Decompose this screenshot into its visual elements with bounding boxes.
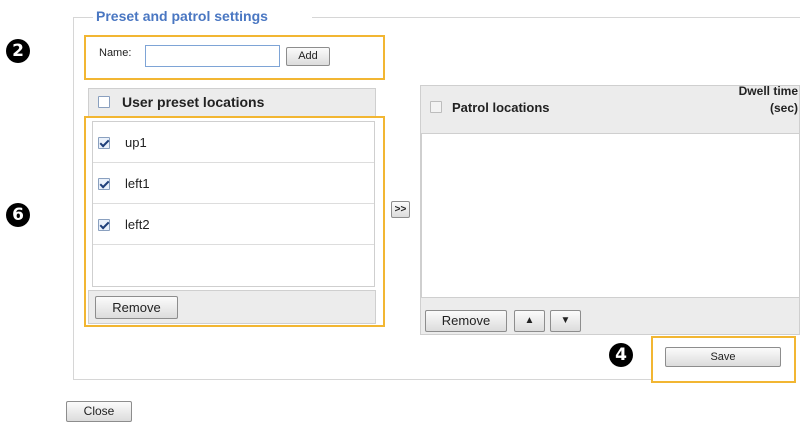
patrol-select-all-checkbox[interactable] — [430, 101, 442, 113]
dwell-time-header-line2: (sec) — [769, 101, 798, 115]
preset-select-all-checkbox[interactable] — [98, 96, 110, 108]
preset-item-checkbox[interactable] — [98, 219, 110, 231]
dwell-time-header-line1: Dwell time — [738, 84, 798, 98]
patrol-remove-button[interactable]: Remove — [425, 310, 507, 332]
move-down-button[interactable]: ▼ — [550, 310, 581, 332]
patrol-list — [421, 133, 800, 298]
callout-badge-2: 2 — [6, 39, 30, 63]
fieldset-border-left — [73, 17, 74, 379]
preset-item-label: left1 — [125, 176, 150, 191]
preset-item-1[interactable]: up1 — [93, 122, 374, 162]
name-label: Name: — [99, 47, 132, 59]
name-input[interactable] — [145, 45, 280, 67]
add-button[interactable]: Add — [286, 47, 330, 66]
preset-item-label: left2 — [125, 217, 150, 232]
callout-badge-4: 4 — [609, 343, 633, 367]
fieldset-border-bottom — [73, 379, 653, 380]
fieldset-border-top-right — [312, 17, 800, 18]
preset-list-header-label: User preset locations — [122, 94, 265, 110]
preset-item-3[interactable]: left2 — [93, 204, 374, 244]
save-button[interactable]: Save — [665, 347, 781, 367]
preset-item-checkbox[interactable] — [98, 137, 110, 149]
callout-badge-6: 6 — [6, 203, 30, 227]
row-divider — [93, 244, 374, 245]
fieldset-legend: Preset and patrol settings — [94, 8, 272, 24]
preset-item-label: up1 — [125, 135, 147, 150]
close-button[interactable]: Close — [66, 401, 132, 422]
preset-item-2[interactable]: left1 — [93, 163, 374, 203]
fieldset-border-top-left — [73, 17, 93, 18]
dwell-time-header: Dwell time (sec) — [690, 83, 798, 117]
preset-item-checkbox[interactable] — [98, 178, 110, 190]
move-up-button[interactable]: ▲ — [514, 310, 545, 332]
patrol-list-header-label: Patrol locations — [452, 100, 550, 115]
preset-remove-button[interactable]: Remove — [95, 296, 178, 319]
add-to-patrol-button[interactable]: >> — [391, 201, 410, 218]
